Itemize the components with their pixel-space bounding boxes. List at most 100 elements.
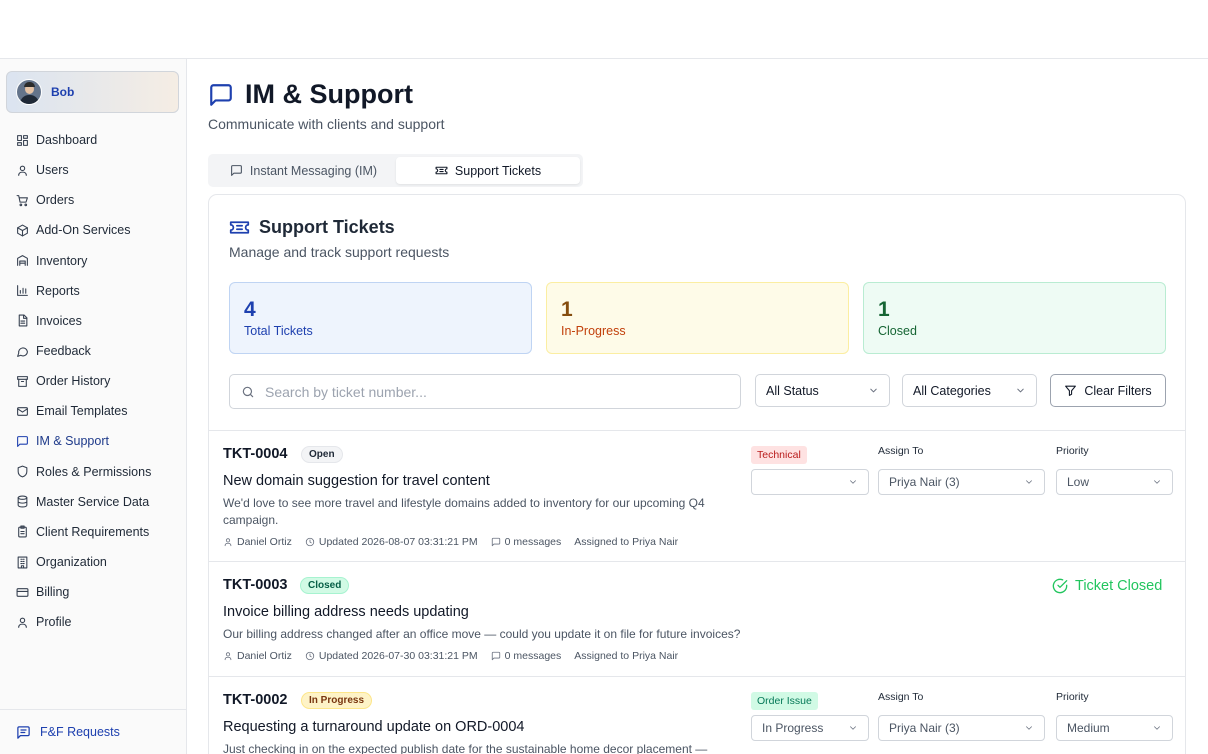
ticket-row[interactable]: TKT-0003 Closed Invoice billing address … [209,561,1185,677]
sidebar-item-users[interactable]: Users [0,155,186,185]
sidebar-item-label: Roles & Permissions [36,464,152,479]
page-header: IM & Support [208,79,413,110]
category-tag: Order Issue [751,692,818,710]
priority-value: Low [1067,475,1090,489]
chevron-down-icon [1026,726,1032,730]
updated-text: Updated 2026-07-30 03:31:21 PM [318,650,478,662]
sidebar-item-dashboard[interactable]: Dashboard [0,125,186,155]
ticket-row[interactable]: TKT-0002 In Progress Requesting a turnar… [209,676,1185,754]
messages-count: 0 messages [504,650,562,662]
warehouse-icon [17,255,28,267]
user-profile-card[interactable]: Bob [6,71,179,113]
priority-label: Priority [1056,445,1089,457]
ticket-assigned: Assigned to Priya Nair [574,650,679,662]
ticket-status-select[interactable] [751,469,869,495]
clock-icon [305,651,315,661]
priority-select[interactable]: Low [1056,469,1173,495]
tab-list: Instant Messaging (IM) Support Tickets [208,154,583,187]
sidebar-item-label: Feedback [36,344,91,359]
ticket-icon [435,166,448,175]
assign-to-select[interactable]: Priya Nair (3) [878,715,1045,741]
package-icon [17,224,28,237]
sidebar-item-orders[interactable]: Orders [0,185,186,215]
ticket-meta: Daniel Ortiz Updated 2026-08-07 03:31:21… [223,536,691,548]
ticket-id: TKT-0003 [223,577,288,593]
sidebar-item-label: Orders [36,193,75,208]
shield-icon [17,465,28,478]
sidebar-item-label: Billing [36,585,70,600]
author-name: Daniel Ortiz [237,536,292,548]
main-content: IM & Support Communicate with clients an… [187,59,1208,754]
stat-card-total: 4 Total Tickets [229,282,532,354]
sidebar-item-label: Users [36,163,69,178]
sidebar-item-label: IM & Support [36,434,109,449]
user-icon [18,165,27,176]
priority-select[interactable]: Medium [1056,715,1173,741]
status-badge: In Progress [301,692,373,709]
sidebar-item-reports[interactable]: Reports [0,276,186,306]
ticket-status-select[interactable]: In Progress [751,715,869,741]
user-icon [224,652,232,661]
assign-to-select[interactable]: Priya Nair (3) [878,469,1045,495]
message-circle-icon [17,346,28,357]
chevron-down-icon [1017,388,1024,393]
panel-header: Support Tickets [229,217,395,238]
status-filter-select[interactable]: All Status [755,374,890,407]
sidebar-item-add-on-services[interactable]: Add-On Services [0,215,186,245]
search-input[interactable]: Search by ticket number... [229,374,741,409]
sidebar-item-order-history[interactable]: Order History [0,366,186,396]
sidebar-item-label: Client Requirements [36,524,150,539]
sidebar-item-feedback[interactable]: Feedback [0,336,186,366]
clear-filters-button[interactable]: Clear Filters [1050,374,1166,407]
top-header-bar [0,0,1208,59]
ticket-id: TKT-0004 [223,446,288,462]
sidebar-item-label: Email Templates [36,404,128,419]
sidebar-item-inventory[interactable]: Inventory [0,246,186,276]
user-icon [224,538,232,547]
status-badge: Closed [300,577,350,594]
sidebar-item-roles-permissions[interactable]: Roles & Permissions [0,457,186,487]
sidebar-item-profile[interactable]: Profile [0,607,186,637]
ticket-author: Daniel Ortiz [223,536,292,548]
category-filter-select[interactable]: All Categories [902,374,1037,407]
sidebar-item-label: Order History [36,374,111,389]
tab-instant-messaging[interactable]: Instant Messaging (IM) [211,157,396,184]
sidebar-item-client-requirements[interactable]: Client Requirements [0,517,186,547]
tab-support-tickets[interactable]: Support Tickets [396,157,580,184]
bar-chart-icon [17,285,28,297]
stat-label: In-Progress [561,324,626,338]
ticket-messages: 0 messages [491,536,562,548]
stat-card-in-progress: 1 In-Progress [546,282,849,354]
sidebar-item-billing[interactable]: Billing [0,577,186,607]
sidebar-item-label: Reports [36,283,80,298]
message-square-icon [231,165,242,176]
assign-to-label: Assign To [878,445,924,457]
ticket-updated: Updated 2026-07-30 03:31:21 PM [305,650,478,662]
user-name: Bob [51,85,75,99]
clipboard-icon [18,525,27,538]
user-icon [18,617,27,628]
chevron-down-icon [850,726,856,730]
sidebar-item-label: Organization [36,555,107,570]
mail-icon [17,406,28,416]
sidebar-item-im-support[interactable]: IM & Support [0,426,186,456]
stat-label: Closed [878,324,917,338]
ticket-icon [229,221,250,234]
sidebar-footer-label: F&F Requests [40,725,120,739]
ticket-meta: Daniel Ortiz Updated 2026-07-30 03:31:21… [223,650,691,662]
panel-subtitle: Manage and track support requests [229,244,450,260]
sidebar-item-ff-requests[interactable]: F&F Requests [0,709,186,754]
cart-icon [16,194,28,207]
sidebar-item-email-templates[interactable]: Email Templates [0,396,186,426]
chevron-down-icon [1026,480,1032,484]
assign-to-value: Priya Nair (3) [889,721,960,735]
sidebar-item-invoices[interactable]: Invoices [0,306,186,336]
sidebar-item-master-service-data[interactable]: Master Service Data [0,487,186,517]
ticket-row[interactable]: TKT-0004 Open New domain suggestion for … [209,430,1185,562]
sidebar-item-organization[interactable]: Organization [0,547,186,577]
page-subtitle: Communicate with clients and support [208,116,445,132]
avatar [16,79,42,105]
messages-count: 0 messages [504,536,562,548]
assign-to-value: Priya Nair (3) [889,475,960,489]
message-lines-icon [17,725,30,739]
